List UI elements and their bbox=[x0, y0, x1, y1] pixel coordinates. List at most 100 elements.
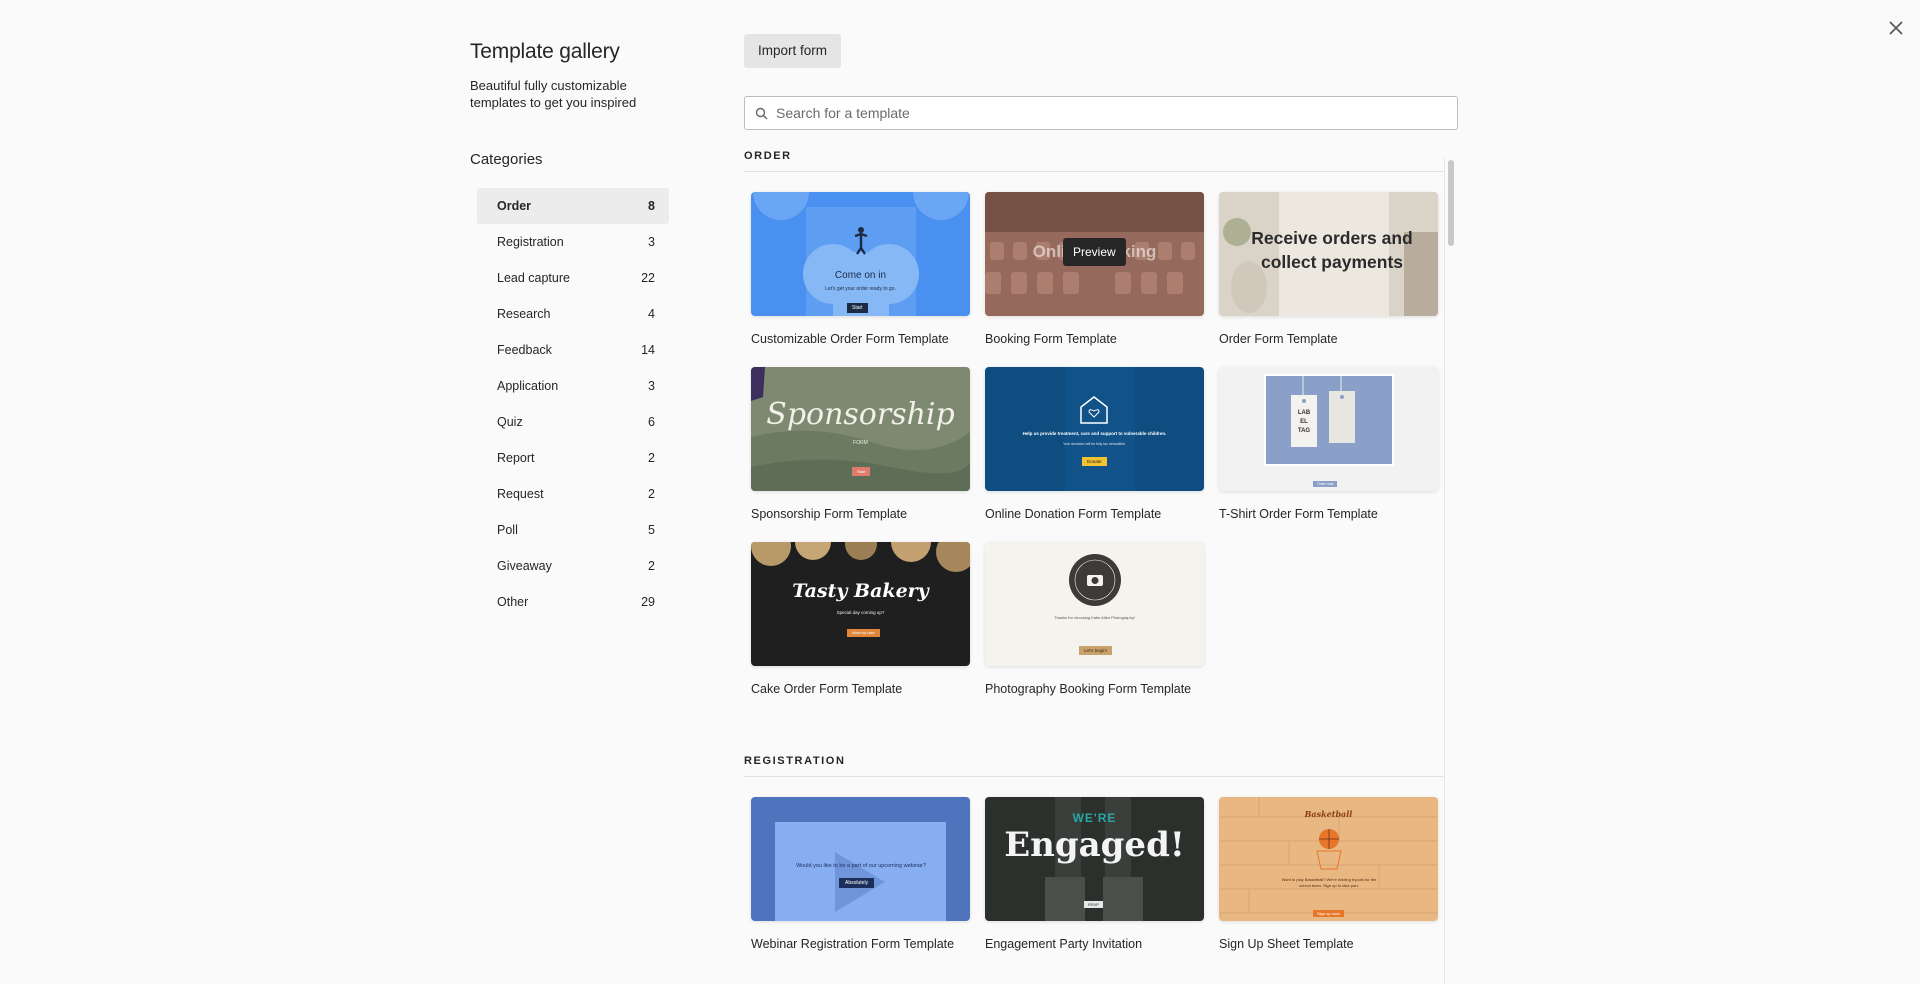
thumb-heading: Sponsorship bbox=[766, 397, 955, 432]
category-item-giveaway[interactable]: Giveaway 2 bbox=[477, 548, 669, 584]
thumb-subtext: Your donation will be fully tax deductib… bbox=[1063, 442, 1126, 446]
template-title: Booking Form Template bbox=[985, 332, 1117, 346]
category-count: 3 bbox=[648, 379, 655, 393]
main-header: Import form bbox=[744, 34, 1458, 130]
template-card[interactable]: Tasty Bakery Special day coming up? Make… bbox=[751, 542, 970, 717]
thumb-heading: Tasty Bakery bbox=[792, 580, 929, 602]
scrollbar-thumb[interactable] bbox=[1448, 160, 1454, 246]
category-label: Order bbox=[497, 199, 532, 213]
template-title: Sign Up Sheet Template bbox=[1219, 937, 1354, 951]
category-item-registration[interactable]: Registration 3 bbox=[477, 224, 669, 260]
categories-heading: Categories bbox=[470, 151, 543, 168]
thumb-heading: Basketball bbox=[1304, 809, 1353, 819]
category-label: Poll bbox=[497, 523, 518, 537]
page-title: Template gallery bbox=[470, 40, 620, 63]
thumb-button: Let's begin! bbox=[1079, 646, 1112, 655]
category-count: 22 bbox=[641, 271, 655, 285]
category-label: Application bbox=[497, 379, 559, 393]
search-icon bbox=[755, 107, 768, 119]
template-thumbnail: Online booking Preview bbox=[985, 192, 1204, 316]
thumb-subtext: WE'RE bbox=[1072, 811, 1117, 825]
template-card[interactable]: Sponsorship FORM Start Sponsorship Form … bbox=[751, 367, 970, 542]
category-list: Order 8 Registration 3 Lead capture 22 R… bbox=[477, 188, 669, 620]
import-form-button[interactable]: Import form bbox=[744, 34, 842, 68]
thumb-heading: Thanks for choosing Katie Allen Photogra… bbox=[1054, 615, 1135, 620]
category-label: Other bbox=[497, 595, 529, 609]
category-label: Request bbox=[497, 487, 544, 501]
section-heading-order: ORDER bbox=[744, 150, 1444, 172]
category-label: Quiz bbox=[497, 415, 523, 429]
thumb-subtext: Let's get your order ready to go. bbox=[825, 286, 896, 292]
category-item-feedback[interactable]: Feedback 14 bbox=[477, 332, 669, 368]
category-item-other[interactable]: Other 29 bbox=[477, 584, 669, 620]
template-thumbnail: Basketball Want to play Basketball? We'r… bbox=[1219, 797, 1438, 921]
template-card[interactable]: Thanks for choosing Katie Allen Photogra… bbox=[985, 542, 1204, 717]
close-button[interactable] bbox=[1882, 14, 1910, 42]
template-thumbnail: Thanks for choosing Katie Allen Photogra… bbox=[985, 542, 1204, 666]
category-item-poll[interactable]: Poll 5 bbox=[477, 512, 669, 548]
category-item-research[interactable]: Research 4 bbox=[477, 296, 669, 332]
template-thumbnail: Would you like to be a part of our upcom… bbox=[751, 797, 970, 921]
template-title: T-Shirt Order Form Template bbox=[1219, 507, 1378, 521]
section-heading-registration: REGISTRATION bbox=[744, 755, 1444, 777]
category-count: 2 bbox=[648, 451, 655, 465]
category-count: 3 bbox=[648, 235, 655, 249]
template-thumbnail: Come on in Let's get your order ready to… bbox=[751, 192, 970, 316]
preview-tooltip[interactable]: Preview bbox=[1063, 238, 1126, 266]
close-icon bbox=[1889, 21, 1903, 35]
thumb-heading: Come on in bbox=[834, 270, 887, 281]
category-label: Feedback bbox=[497, 343, 552, 357]
thumb-subtext: Want to play Basketball? We're holding t… bbox=[1281, 877, 1377, 888]
thumb-subtext: Special day coming up? bbox=[836, 610, 885, 615]
category-item-lead-capture[interactable]: Lead capture 22 bbox=[477, 260, 669, 296]
search-input[interactable] bbox=[776, 105, 1436, 121]
scrollbar[interactable] bbox=[1444, 158, 1456, 984]
template-title: Sponsorship Form Template bbox=[751, 507, 908, 521]
template-thumbnail: LAB EL TAG Order now bbox=[1219, 367, 1438, 491]
template-card[interactable]: Come on in Let's get your order ready to… bbox=[751, 192, 970, 367]
template-card[interactable]: Help us provide treatment, care and supp… bbox=[985, 367, 1204, 542]
template-grid-order: Come on in Let's get your order ready to… bbox=[744, 172, 1458, 717]
template-thumbnail: WE'RE Engaged! RSVP bbox=[985, 797, 1204, 921]
template-thumbnail: Sponsorship FORM Start bbox=[751, 367, 970, 491]
page-subtitle: Beautiful fully customizable templates t… bbox=[470, 78, 637, 110]
template-card[interactable]: LAB EL TAG Order now T-Shirt Order Form … bbox=[1219, 367, 1438, 542]
template-title: Cake Order Form Template bbox=[751, 682, 903, 696]
category-count: 8 bbox=[648, 199, 655, 213]
category-item-request[interactable]: Request 2 bbox=[477, 476, 669, 512]
thumb-button: Sign up now! bbox=[1313, 910, 1345, 917]
category-label: Lead capture bbox=[497, 271, 570, 285]
template-thumbnail: Receive orders and collect payments bbox=[1219, 192, 1438, 316]
template-title: Customizable Order Form Template bbox=[751, 332, 949, 346]
category-item-application[interactable]: Application 3 bbox=[477, 368, 669, 404]
thumb-heading: Would you like to be a part of our upcom… bbox=[796, 863, 926, 869]
category-label: Giveaway bbox=[497, 559, 552, 573]
thumb-button: Order now bbox=[1313, 481, 1338, 487]
template-title: Photography Booking Form Template bbox=[985, 682, 1192, 696]
template-title: Order Form Template bbox=[1219, 332, 1338, 346]
template-thumbnail: Tasty Bakery Special day coming up? Make… bbox=[751, 542, 970, 666]
thumb-heading: LAB EL TAG bbox=[1297, 410, 1311, 434]
template-card[interactable]: WE'RE Engaged! RSVP Engagement Party Inv… bbox=[985, 797, 1204, 972]
thumb-button: RSVP bbox=[1084, 901, 1103, 908]
template-card[interactable]: Receive orders and collect payments Orde… bbox=[1219, 192, 1438, 367]
category-item-quiz[interactable]: Quiz 6 bbox=[477, 404, 669, 440]
template-grid-registration: Would you like to be a part of our upcom… bbox=[744, 777, 1458, 972]
template-card[interactable]: Online booking Preview Booking Form Temp… bbox=[985, 192, 1204, 367]
search-field[interactable] bbox=[744, 96, 1458, 130]
thumb-button: Start bbox=[852, 467, 871, 476]
template-card[interactable]: Would you like to be a part of our upcom… bbox=[751, 797, 970, 972]
category-label: Research bbox=[497, 307, 551, 321]
category-count: 5 bbox=[648, 523, 655, 537]
category-count: 29 bbox=[641, 595, 655, 609]
sidebar: Template gallery Beautiful fully customi… bbox=[470, 40, 680, 620]
template-card[interactable]: Basketball Want to play Basketball? We'r… bbox=[1219, 797, 1438, 972]
category-item-order[interactable]: Order 8 bbox=[477, 188, 669, 224]
template-thumbnail: Help us provide treatment, care and supp… bbox=[985, 367, 1204, 491]
category-count: 2 bbox=[648, 487, 655, 501]
thumb-heading: Receive orders and collect payments bbox=[1251, 228, 1413, 272]
thumb-heading: Engaged! bbox=[1004, 825, 1185, 865]
category-count: 14 bbox=[641, 343, 655, 357]
category-item-report[interactable]: Report 2 bbox=[477, 440, 669, 476]
template-list: ORDER Come on in Let's get your order re… bbox=[744, 150, 1458, 984]
